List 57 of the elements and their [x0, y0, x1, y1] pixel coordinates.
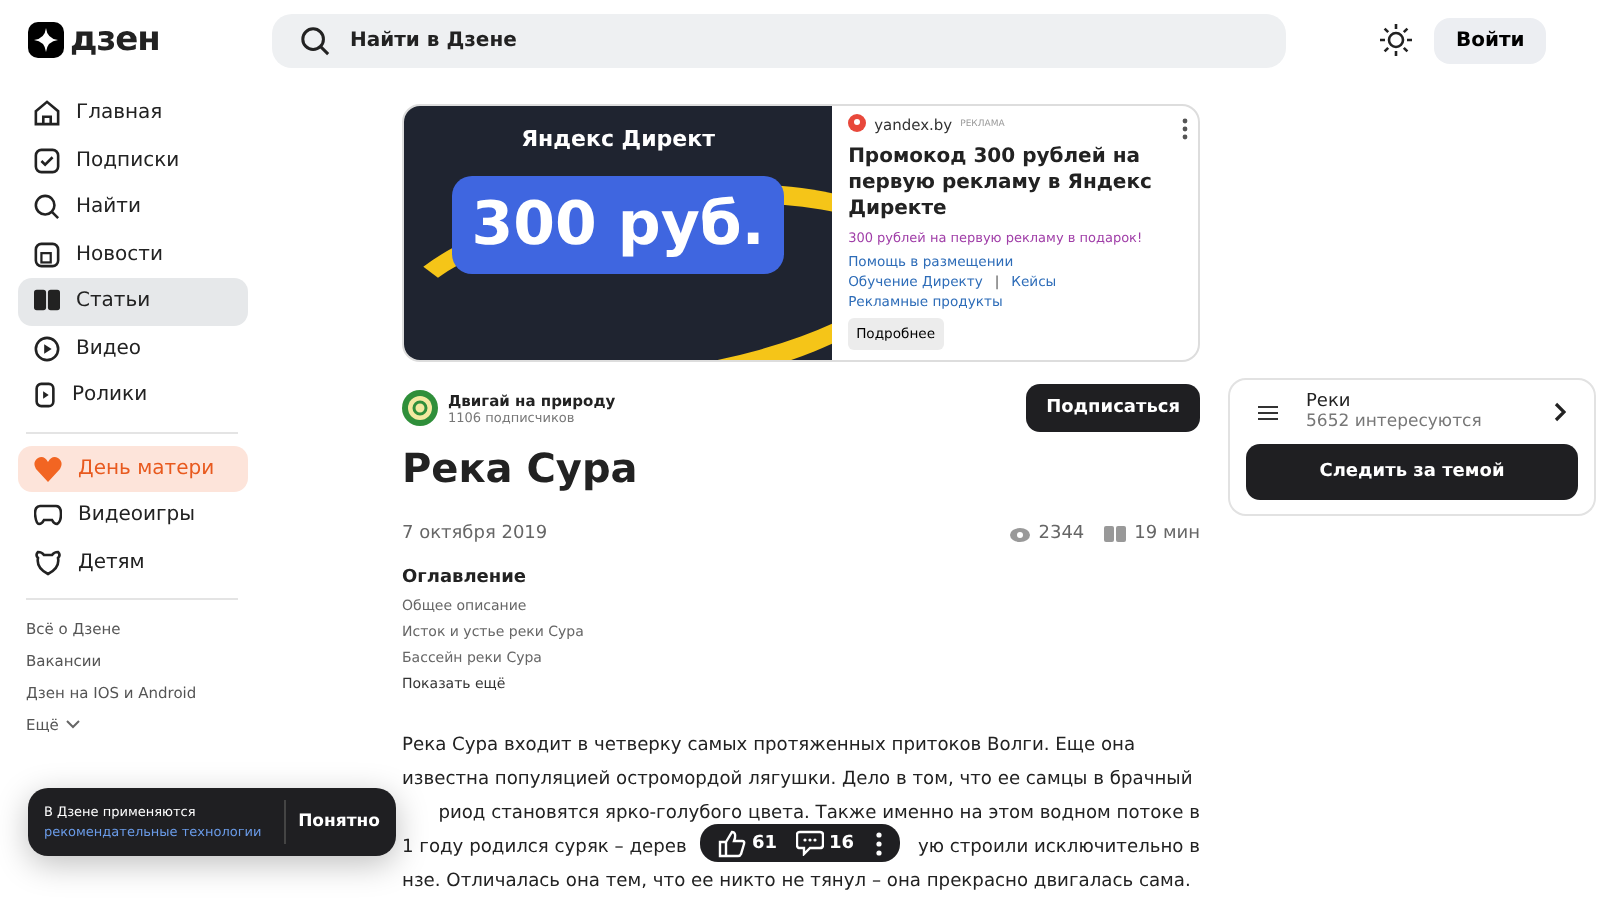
sidebar-item[interactable]: Ролики: [18, 372, 248, 419]
article-title: Река Сура: [402, 444, 640, 492]
thumbs-up-icon[interactable]: [718, 829, 746, 857]
sidebar-item[interactable]: Видеоигры: [18, 492, 248, 539]
sun-icon[interactable]: [1380, 24, 1412, 56]
search-icon: [300, 25, 330, 55]
ok-button[interactable]: Понятно: [284, 800, 380, 844]
bear-face-icon: [34, 549, 62, 576]
home-icon: [34, 100, 60, 127]
book-icon: [1104, 526, 1127, 542]
comment-icon[interactable]: [795, 830, 824, 856]
sidebar-item[interactable]: Найти: [18, 184, 248, 231]
sidebar-item[interactable]: Детям: [18, 539, 248, 586]
subscribe-button[interactable]: Подписаться: [1026, 384, 1200, 432]
toc-heading: Оглавление: [402, 568, 529, 588]
phone-play-icon: [34, 382, 56, 409]
read-time: 19 мин: [1134, 524, 1200, 544]
heart-icon: [34, 455, 62, 482]
sidebar-item[interactable]: Подписки: [18, 137, 248, 184]
article-text: ую строили исключительно в: [917, 836, 1200, 862]
search-icon: [34, 194, 60, 221]
sidebar-item[interactable]: Статьи: [18, 278, 248, 325]
menu-icon: [1258, 405, 1278, 419]
more-icon[interactable]: [876, 831, 883, 855]
channel-avatar-icon[interactable]: [402, 390, 438, 426]
article-text: нзе. Отличалась она тем, что ее никто не тянул – она прекрасно двигалась сама.: [402, 870, 1191, 896]
logo-icon: [28, 22, 64, 58]
login-button[interactable]: Войти: [1434, 17, 1547, 63]
ad-title[interactable]: Промокод 300 рублей на первую рекламу в Яндекс Директе: [848, 144, 1182, 222]
search-field[interactable]: Найти в Дзене: [272, 13, 1286, 67]
chevron-right-icon[interactable]: [1554, 402, 1566, 422]
topic-followers: 5652 интересуются: [1306, 412, 1484, 432]
newspaper-icon: [34, 241, 60, 268]
sidebar-item[interactable]: Видео: [18, 325, 248, 372]
chevron-down-icon: [66, 719, 81, 729]
play-icon: [34, 335, 60, 362]
book-icon: [34, 288, 60, 315]
article-text: известна популяцией остромордой лягушки. Дело в том, что ее самцы в брачный: [402, 768, 1193, 794]
article-text: 1 году родился суряк – дерев: [402, 836, 687, 862]
article-text: Река Сура входит в четверку самых протяженных притоков Волги. Еще она: [402, 734, 1136, 760]
topic-name[interactable]: Реки: [1306, 392, 1526, 412]
ad-banner[interactable]: Яндекс Директ 300 руб.: [404, 106, 833, 360]
eye-icon: [1010, 527, 1031, 541]
like-count: 61: [752, 833, 778, 853]
logo-text: дзен: [70, 20, 160, 60]
sidebar-item[interactable]: Новости: [18, 231, 248, 278]
gamepad-icon: [34, 504, 62, 527]
comment-count: 16: [829, 833, 855, 853]
banner-brand: Яндекс Директ: [521, 126, 715, 152]
banner-price: 300 руб.: [451, 176, 785, 274]
follow-topic-button[interactable]: Следить за темой: [1246, 444, 1578, 500]
checkbox-icon: [34, 147, 60, 174]
view-count: 2344: [1038, 524, 1085, 544]
sidebar-item[interactable]: Главная: [18, 90, 248, 137]
more-icon[interactable]: [1182, 118, 1188, 140]
article-date: 7 октября 2019: [402, 524, 548, 544]
article-text: риод становятся ярко-голубого цвета. Также именно на этом водном потоке в: [438, 802, 1200, 828]
